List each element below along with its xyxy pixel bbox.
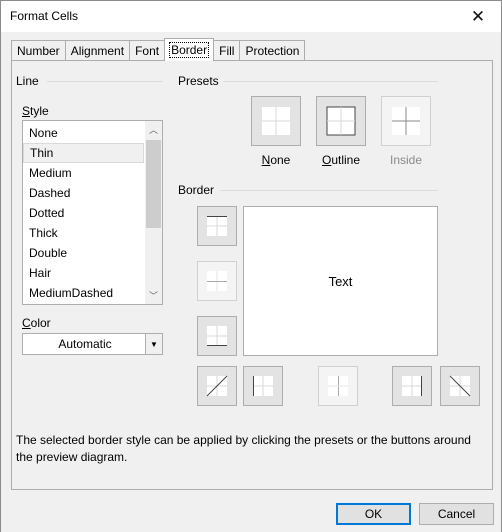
line-style-list[interactable]: None Thin Medium Dashed Dotted Thick Dou… — [22, 120, 163, 305]
tab-number[interactable]: Number — [11, 40, 66, 61]
tab-font[interactable]: Font — [129, 40, 166, 61]
list-item[interactable]: Dotted — [23, 203, 144, 223]
diagonal-down-icon — [449, 375, 471, 397]
scroll-up-icon[interactable]: ︿ — [145, 121, 162, 138]
scroll-thumb[interactable] — [146, 140, 161, 228]
list-item[interactable]: Medium — [23, 163, 144, 183]
preset-outline-icon — [326, 106, 356, 136]
preset-inside-button[interactable] — [381, 96, 431, 146]
border-bottom-icon — [207, 326, 227, 346]
tab-protection[interactable]: Protection — [239, 40, 306, 61]
preset-none-button[interactable] — [251, 96, 301, 146]
list-item-selected[interactable]: Thin — [23, 143, 144, 163]
presets-divider — [223, 81, 438, 82]
ok-button[interactable]: OK — [336, 503, 411, 525]
tab-alignment[interactable]: Alignment — [64, 40, 131, 61]
list-item[interactable]: Thick — [23, 223, 144, 243]
border-left-icon — [253, 376, 273, 396]
presets-heading: Presets — [178, 74, 219, 88]
border-top-icon — [207, 216, 227, 236]
border-heading: Border — [178, 183, 215, 197]
cancel-button[interactable]: Cancel — [419, 503, 494, 525]
style-label: Style — [22, 104, 49, 118]
border-right-icon — [402, 376, 422, 396]
dialog-footer: OK Cancel — [1, 490, 501, 532]
color-label: Color — [22, 316, 51, 330]
border-inside-vertical-icon — [328, 376, 348, 396]
border-diagonal-down-button[interactable] — [440, 366, 480, 406]
color-value: Automatic — [58, 337, 112, 351]
list-item[interactable]: MediumDashed — [23, 283, 144, 303]
list-item[interactable]: Double — [23, 243, 144, 263]
color-combobox[interactable]: Automatic ▼ — [22, 333, 163, 355]
preset-inside-icon — [392, 107, 420, 135]
border-inside-vertical-button[interactable] — [318, 366, 358, 406]
tab-fill[interactable]: Fill — [213, 40, 241, 61]
border-bottom-button[interactable] — [197, 316, 237, 356]
border-divider — [220, 190, 438, 191]
window-title: Format Cells — [10, 9, 79, 23]
preset-outline-label: Outline — [321, 153, 361, 167]
diagonal-up-icon — [206, 375, 228, 397]
preset-outline-button[interactable] — [316, 96, 366, 146]
close-icon: ✕ — [470, 6, 486, 26]
format-cells-dialog: Format Cells ✕ Number Alignment Font Bor… — [0, 0, 502, 532]
tab-bar: Number Alignment Font Border Fill Protec… — [11, 38, 306, 61]
preset-none-label: None — [261, 153, 291, 167]
border-top-button[interactable] — [197, 206, 237, 246]
border-inside-horizontal-icon — [207, 271, 227, 291]
list-item[interactable]: Hair — [23, 263, 144, 283]
line-divider — [47, 81, 163, 82]
close-button[interactable]: ✕ — [455, 1, 501, 32]
dropdown-button[interactable]: ▼ — [145, 334, 162, 354]
preset-inside-label: Inside — [389, 153, 423, 167]
border-diagonal-up-button[interactable] — [197, 366, 237, 406]
hint-text: The selected border style can be applied… — [16, 433, 471, 464]
border-preview[interactable]: Text — [243, 206, 438, 356]
list-item[interactable]: None — [23, 123, 144, 143]
list-scrollbar[interactable]: ︿ ﹀ — [145, 121, 162, 304]
border-inside-horizontal-button[interactable] — [197, 261, 237, 301]
tab-border[interactable]: Border — [164, 38, 215, 61]
list-item[interactable]: Dashed — [23, 183, 144, 203]
border-right-button[interactable] — [392, 366, 432, 406]
title-bar: Format Cells ✕ — [1, 1, 501, 32]
scroll-down-icon[interactable]: ﹀ — [145, 287, 162, 304]
line-heading: Line — [16, 74, 39, 88]
preview-text: Text — [328, 273, 353, 289]
border-left-button[interactable] — [243, 366, 283, 406]
chevron-down-icon: ▼ — [150, 339, 158, 349]
preset-none-icon — [262, 107, 290, 135]
